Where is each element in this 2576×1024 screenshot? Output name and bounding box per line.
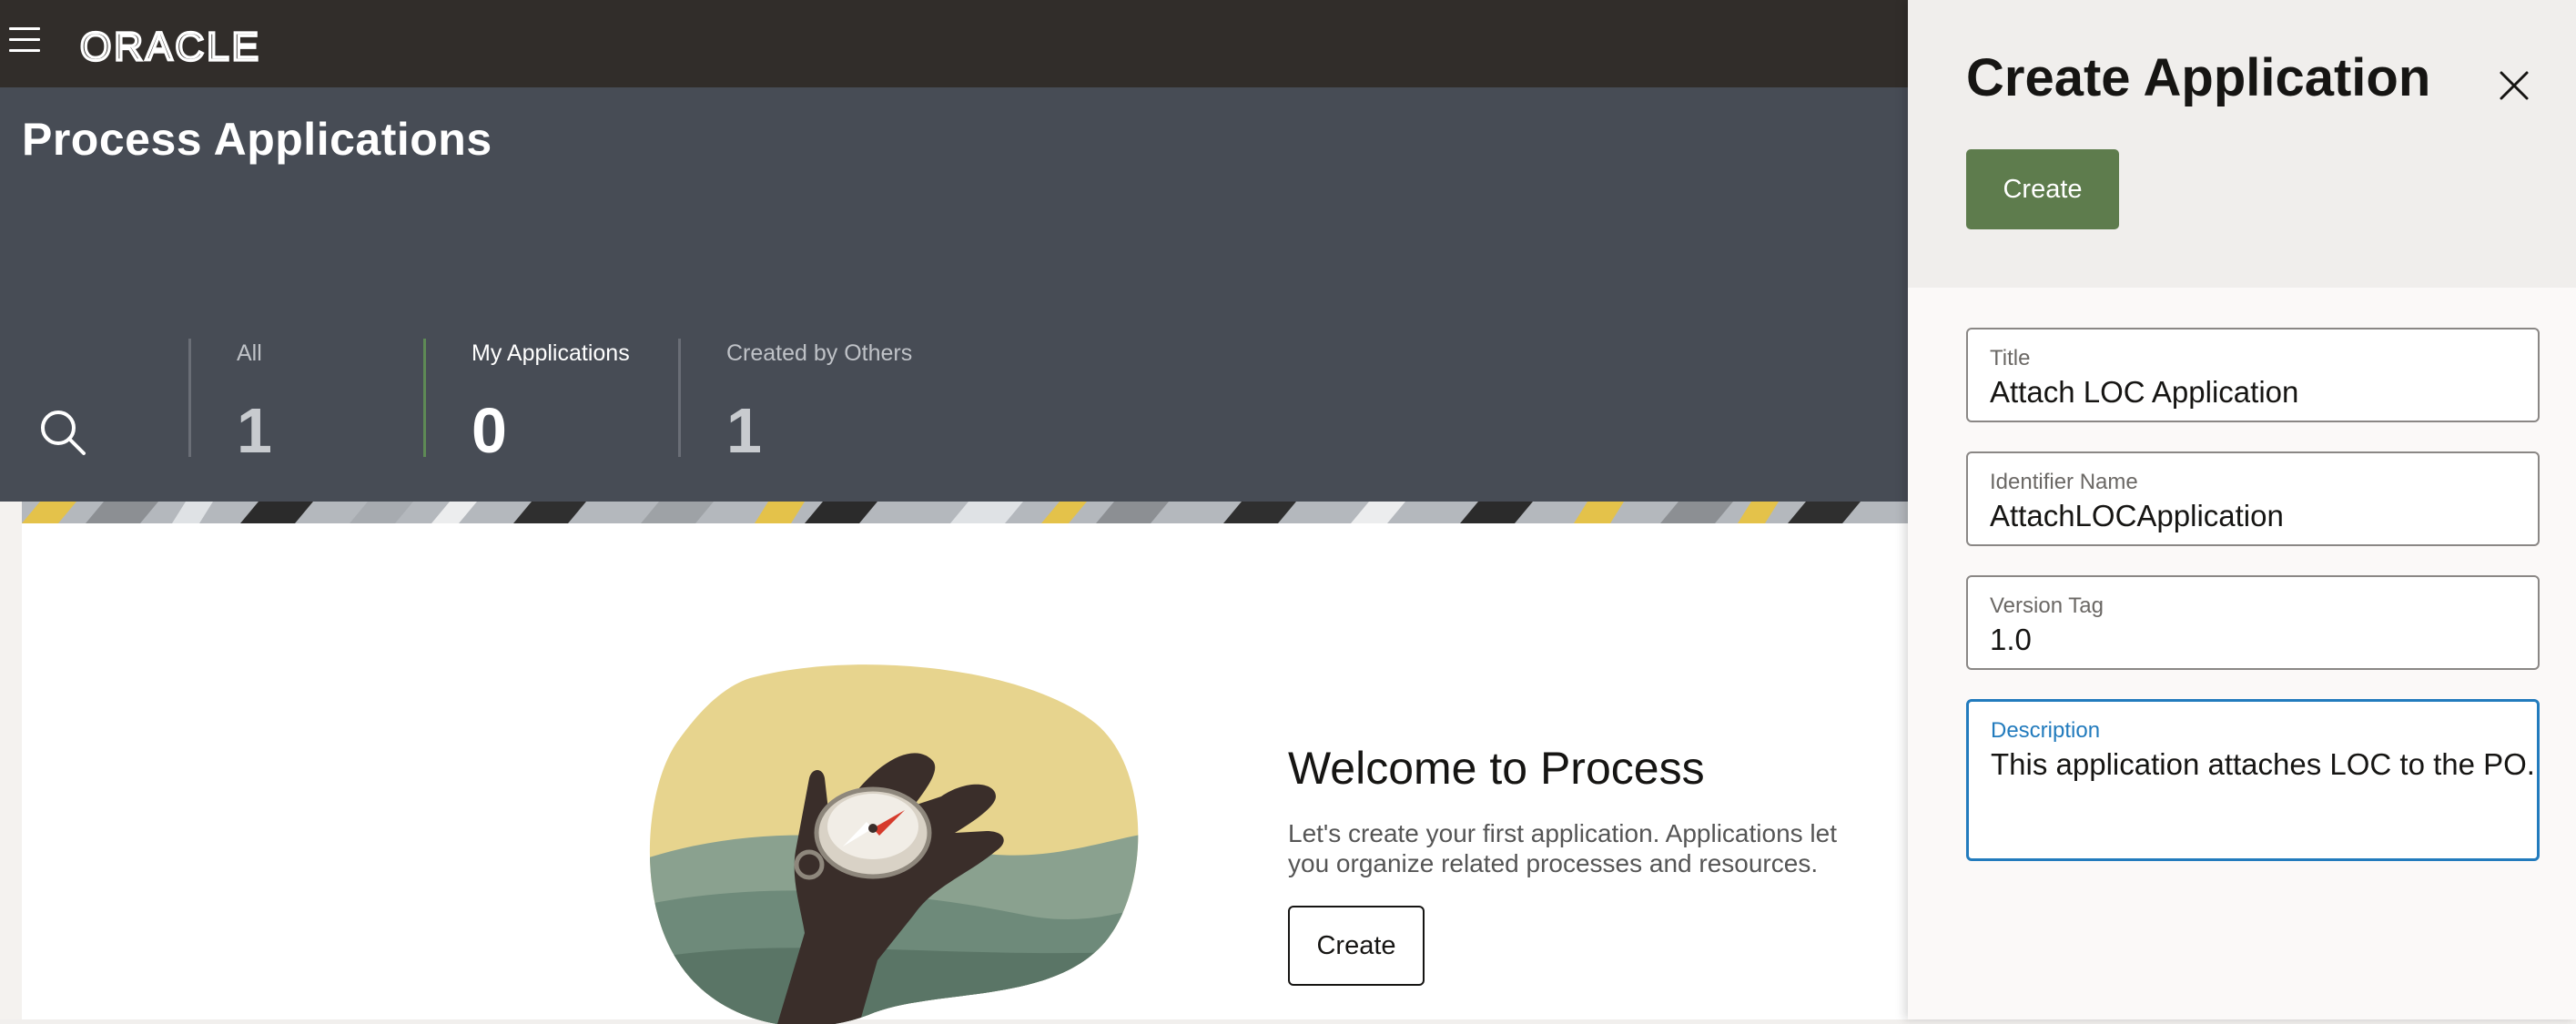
create-application-button[interactable]: Create <box>1288 906 1425 986</box>
filter-tab-my-applications[interactable]: My Applications 0 <box>423 339 630 466</box>
create-application-panel: Create Application Create Title Attach L… <box>1908 0 2576 1019</box>
compass-hand-illustration <box>649 664 1139 1024</box>
version-tag-field-label: Version Tag <box>1990 593 2104 618</box>
description-field-label: Description <box>1991 718 2101 743</box>
filter-tab-my-applications-label: My Applications <box>472 340 630 366</box>
search-icon[interactable] <box>35 404 89 459</box>
filter-tab-created-by-others-label: Created by Others <box>726 340 913 366</box>
filter-tab-all[interactable]: All 1 <box>188 339 272 466</box>
decorative-banner <box>22 502 1908 523</box>
filter-tab-created-by-others-count: 1 <box>726 395 762 466</box>
title-field-label: Title <box>1990 346 2031 370</box>
description-field[interactable]: Description This application attaches LO… <box>1966 699 2540 861</box>
oracle-logo[interactable]: ORACLE <box>80 18 308 69</box>
panel-header: Create Application Create <box>1908 0 2576 288</box>
filter-tab-all-label: All <box>237 340 262 366</box>
identifier-name-field-value[interactable]: AttachLOCApplication <box>1990 499 2284 533</box>
filter-tab-all-count: 1 <box>237 395 272 466</box>
version-tag-field-value[interactable]: 1.0 <box>1990 623 2032 657</box>
panel-create-button[interactable]: Create <box>1966 149 2119 229</box>
left-margin <box>0 502 22 1019</box>
identifier-name-field[interactable]: Identifier Name AttachLOCApplication <box>1966 451 2540 546</box>
welcome-card: Welcome to Process Let's create your fir… <box>22 523 1908 1024</box>
top-bar: ORACLE <box>0 0 1908 87</box>
welcome-description: Let's create your first application. App… <box>1288 819 1837 877</box>
panel-title: Create Application <box>1966 48 2431 107</box>
filter-tab-created-by-others[interactable]: Created by Others 1 <box>678 339 913 466</box>
title-field[interactable]: Title Attach LOC Application <box>1966 328 2540 422</box>
page-header: Process Applications All 1 My Applicatio… <box>0 87 1908 502</box>
version-tag-field[interactable]: Version Tag 1.0 <box>1966 575 2540 670</box>
description-field-value[interactable]: This application attaches LOC to the PO. <box>1991 747 2535 782</box>
filter-tab-my-applications-count: 0 <box>472 395 507 466</box>
close-icon[interactable] <box>2494 66 2534 106</box>
welcome-title: Welcome to Process <box>1288 743 1705 794</box>
identifier-name-field-label: Identifier Name <box>1990 470 2138 494</box>
page-title: Process Applications <box>22 114 492 165</box>
svg-text:ORACLE: ORACLE <box>80 25 261 69</box>
hamburger-menu-icon[interactable] <box>9 27 40 53</box>
title-field-value[interactable]: Attach LOC Application <box>1990 375 2298 410</box>
